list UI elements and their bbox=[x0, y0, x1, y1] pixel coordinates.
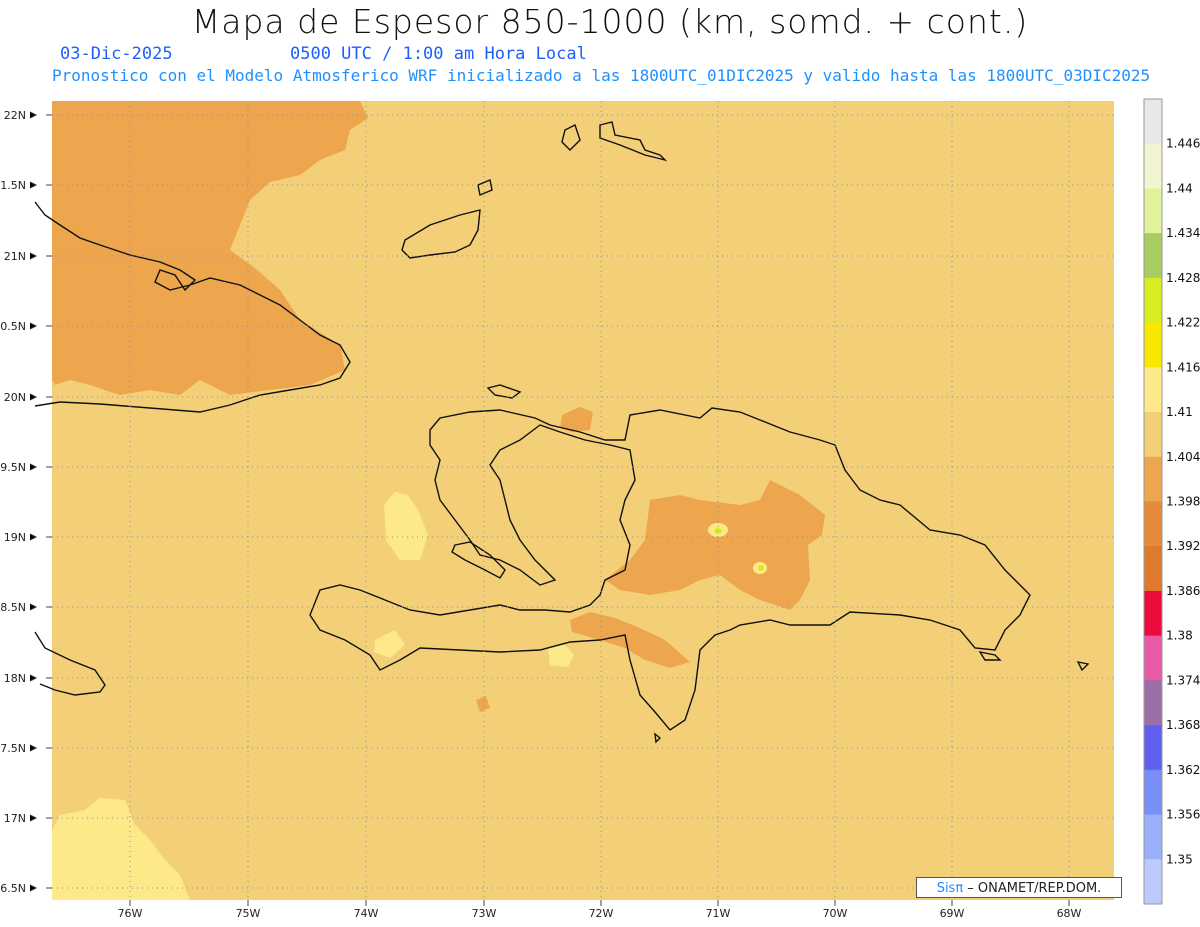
colorbar-swatch bbox=[1144, 814, 1162, 860]
colorbar-label: 1.44 bbox=[1166, 181, 1193, 195]
colorbar-labels: 1.446 1.44 1.434 1.428 1.422 1.416 1.41 1.404 1.… bbox=[1166, 137, 1200, 867]
lat-label: 9.5N bbox=[0, 461, 26, 474]
lat-label: 19N bbox=[4, 531, 26, 544]
lat-label: 22N bbox=[4, 109, 26, 122]
colorbar-label: 1.392 bbox=[1166, 539, 1200, 553]
colorbar-swatch bbox=[1144, 680, 1162, 726]
colorbar-label: 1.404 bbox=[1166, 450, 1200, 464]
lon-label: 73W bbox=[472, 907, 497, 920]
colorbar-swatch bbox=[1144, 769, 1162, 816]
colorbar-label: 1.35 bbox=[1166, 852, 1193, 866]
colorbar-swatch bbox=[1144, 859, 1162, 905]
colorbar-label: 1.374 bbox=[1166, 673, 1200, 687]
colorbar-swatch bbox=[1144, 367, 1162, 413]
lat-label: 18N bbox=[4, 672, 26, 685]
colorbar-swatch bbox=[1144, 277, 1162, 324]
colorbar-label: 1.416 bbox=[1166, 360, 1200, 374]
lat-label: 20N bbox=[4, 391, 26, 404]
colorbar-swatch bbox=[1144, 412, 1162, 458]
colorbar-swatch bbox=[1144, 635, 1162, 681]
lon-label: 72W bbox=[589, 907, 614, 920]
colorbar-swatch bbox=[1144, 725, 1162, 771]
lat-label: 0.5N bbox=[0, 320, 26, 333]
colorbar-swatch bbox=[1144, 546, 1162, 592]
latitude-labels: 22N 1.5N 21N 0.5N 20N 9.5N 19N 8.5N 18N … bbox=[0, 109, 26, 895]
lon-label: 74W bbox=[354, 907, 379, 920]
lat-label: 1.5N bbox=[0, 179, 26, 192]
lat-label: 8.5N bbox=[0, 601, 26, 614]
colorbar-swatch bbox=[1144, 590, 1162, 637]
colorbar-swatch bbox=[1144, 233, 1162, 279]
colorbar-label: 1.398 bbox=[1166, 495, 1200, 509]
colorbar-label: 1.386 bbox=[1166, 584, 1200, 598]
colorbar-swatch bbox=[1144, 322, 1162, 368]
latitude-tick-marks bbox=[29, 111, 38, 892]
lat-label: 7.5N bbox=[0, 742, 26, 755]
lon-label: 68W bbox=[1057, 907, 1082, 920]
colorbar-label: 1.356 bbox=[1166, 808, 1200, 822]
credit-text: – ONAMET/REP.DOM. bbox=[963, 881, 1102, 896]
colorbar-label: 1.434 bbox=[1166, 226, 1200, 240]
longitude-labels: 76W 75W 74W 73W 72W 71W 70W 69W 68W bbox=[118, 907, 1082, 920]
credit-brand: Sisπ bbox=[936, 881, 964, 896]
colorbar-label: 1.362 bbox=[1166, 763, 1200, 777]
colorbar-swatch bbox=[1144, 143, 1162, 189]
lat-label: 6.5N bbox=[0, 882, 26, 895]
colorbar-label: 1.428 bbox=[1166, 271, 1200, 285]
colorbar-label: 1.422 bbox=[1166, 316, 1200, 330]
colorbar-swatch bbox=[1144, 456, 1162, 502]
credit-box: Sisπ – ONAMET/REP.DOM. bbox=[916, 877, 1122, 898]
lat-label: 17N bbox=[4, 812, 26, 825]
colorbar-label: 1.446 bbox=[1166, 137, 1200, 151]
colorbar-label: 1.368 bbox=[1166, 718, 1200, 732]
lat-label: 21N bbox=[4, 250, 26, 263]
lon-label: 69W bbox=[940, 907, 965, 920]
colorbar-label: 1.41 bbox=[1166, 405, 1193, 419]
lon-label: 75W bbox=[236, 907, 261, 920]
colorbar-label: 1.38 bbox=[1166, 629, 1193, 643]
colorbar-swatch bbox=[1144, 188, 1162, 234]
map-figure: 22N 1.5N 21N 0.5N 20N 9.5N 19N 8.5N 18N … bbox=[0, 98, 1200, 920]
colorbar-swatch bbox=[1144, 501, 1162, 547]
lon-label: 76W bbox=[118, 907, 143, 920]
colorbar bbox=[1143, 98, 1163, 905]
colorbar-swatch bbox=[1144, 99, 1162, 145]
lon-label: 71W bbox=[706, 907, 731, 920]
thickness-peak-2-core bbox=[758, 565, 764, 571]
lon-label: 70W bbox=[823, 907, 848, 920]
